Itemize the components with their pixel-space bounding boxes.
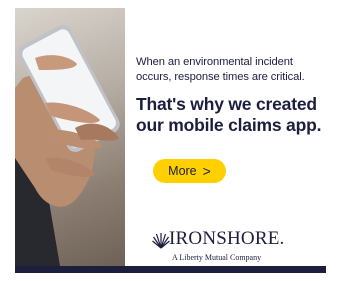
ad-headline: That's why we created our mobile claims … xyxy=(136,94,322,135)
more-button[interactable]: More > xyxy=(153,159,226,183)
chevron-right-icon: > xyxy=(202,163,211,179)
ad-copy: When an environmental incident occurs, r… xyxy=(136,55,322,136)
brand-name: IRONSHORE. xyxy=(169,228,285,249)
hands-holding-phone-image xyxy=(15,8,125,266)
brand-tagline: A Liberty Mutual Company xyxy=(172,253,262,262)
bottom-accent-bar xyxy=(15,266,326,273)
ad-lead-text: When an environmental incident occurs, r… xyxy=(136,56,305,83)
display-ad[interactable]: When an environmental incident occurs, r… xyxy=(15,8,326,273)
ironshore-logo[interactable]: IRONSHORE. A Liberty Mutual Company xyxy=(152,228,292,266)
more-button-label: More xyxy=(168,164,197,178)
ironshore-shell-icon xyxy=(152,233,170,249)
